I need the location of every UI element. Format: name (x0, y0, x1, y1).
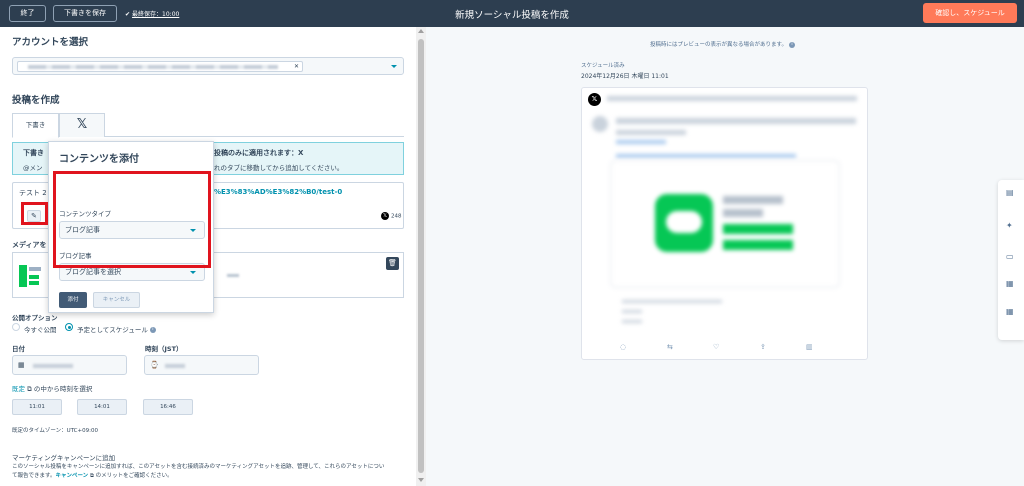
x-logo-icon: 𝕏 (381, 212, 389, 220)
campaign-heading: マーケティングキャンペーンに追加 (12, 454, 116, 462)
scheduled-status: スケジュール済み (581, 63, 625, 69)
check-icon: ✔ (125, 11, 131, 18)
chevron-down-icon (190, 271, 196, 274)
campaign-link[interactable]: キャンペーン (55, 473, 88, 479)
scrollbar[interactable] (416, 27, 426, 486)
editor-text: テスト 2 (19, 189, 47, 197)
radio-schedule[interactable] (65, 323, 73, 331)
grid-icon[interactable]: ▤ (1006, 188, 1014, 197)
info-text-left: 下書き (23, 149, 44, 157)
side-toolbar: ▤ ✦ ▭ ▦ ▦ (998, 180, 1024, 340)
time-slot-button[interactable]: 14:01 (77, 399, 127, 415)
line-logo-icon (655, 194, 713, 252)
select-account-heading: アカウントを選択 (12, 37, 89, 48)
stats-icon: ▥ (806, 343, 813, 351)
compose-heading: 投稿を作成 (12, 95, 60, 106)
publish-now-label: 今すぐ公開 (24, 326, 57, 334)
time-input[interactable]: ⌚ (144, 355, 259, 375)
reply-icon: ◌ (620, 343, 627, 351)
info-text-right: 投稿のみに適用されます：X (214, 149, 304, 157)
popover-title: コンテンツを添付 (59, 154, 139, 165)
calendar-icon[interactable]: ▦ (1006, 279, 1014, 288)
post-preview-card: 𝕏 ◌ ⇆ ♡ ⇪ ▥ (581, 87, 868, 360)
editor-link[interactable]: %E3%83%AD%E3%82%B0/test-0 (214, 188, 342, 196)
like-icon: ♡ (713, 343, 720, 351)
time-label: 時刻（JST） (145, 345, 183, 353)
external-link-icon: ⧉ (27, 385, 32, 393)
scroll-down-icon[interactable] (418, 478, 424, 482)
media-label: メディアを (12, 241, 47, 249)
page-title: 新規ソーシャル投稿を作成 (455, 10, 569, 21)
save-draft-button[interactable]: 下書きを保存 (53, 5, 117, 22)
info-subtext-left: @メン (23, 164, 43, 172)
autosave-status: ✔ 最終保存：10:00 (125, 11, 180, 18)
chevron-down-icon (391, 65, 397, 68)
tab-draft[interactable]: 下書き (12, 113, 59, 138)
scheduled-date: 2024年12月26日 木曜日 11:01 (581, 73, 669, 80)
account-select[interactable]: ✕ (12, 57, 404, 75)
time-slot-button[interactable]: 16:46 (143, 399, 193, 415)
default-schedule-link[interactable]: 既定 (12, 385, 25, 393)
date-input[interactable]: ▦ (12, 355, 127, 375)
info-icon: i (788, 41, 795, 48)
scroll-up-icon[interactable] (418, 29, 424, 33)
exit-button[interactable]: 終了 (9, 5, 46, 22)
media-thumbnail (19, 265, 41, 287)
cancel-button[interactable]: キャンセル (93, 292, 140, 308)
schedule-link-row: 既定 ⧉ の中から時刻を選択 (12, 385, 93, 393)
external-link-icon: ⧉ (89, 473, 94, 479)
remove-account-icon[interactable]: ✕ (294, 63, 299, 70)
review-schedule-button[interactable]: 確認し、スケジュール (923, 3, 1017, 23)
account-name-blurred (28, 65, 278, 69)
sparkle-icon[interactable]: ✦ (1006, 221, 1013, 230)
preview-panel: 投稿時にはプレビューの表示が異なる場合があります。 i スケジュール済み 2024… (426, 27, 1024, 486)
character-count: 𝕏 248 (381, 212, 402, 220)
radio-publish-now[interactable] (12, 323, 20, 331)
time-slot-button[interactable]: 11:01 (12, 399, 62, 415)
publish-options-heading: 公開オプション (12, 314, 58, 322)
calendar-icon: ▦ (18, 361, 25, 369)
timezone-label: 既定のタイムゾーン：UTC+09:00 (12, 428, 98, 434)
attach-button[interactable]: 添付 (59, 292, 87, 308)
x-logo-icon: 𝕏 (588, 93, 601, 106)
network-tabs: 下書き 𝕏 (12, 113, 404, 138)
comment-icon[interactable]: ▭ (1006, 252, 1014, 261)
blurred-header (607, 96, 857, 101)
highlight-popover-fields (53, 171, 211, 268)
clock-icon: ⌚ (150, 361, 159, 369)
media-meta-blurred (227, 274, 239, 277)
avatar (592, 116, 608, 132)
calendar-icon[interactable]: ▦ (1006, 307, 1014, 316)
link-preview-image (610, 160, 840, 288)
scrollbar-thumb[interactable] (418, 39, 424, 473)
schedule-label: 予定としてスケジュール i (77, 324, 156, 334)
retweet-icon: ⇆ (667, 343, 673, 351)
preview-note: 投稿時にはプレビューの表示が異なる場合があります。 i (650, 40, 795, 48)
top-bar: 終了 下書きを保存 ✔ 最終保存：10:00 新規ソーシャル投稿を作成 確認し、ス… (0, 0, 1024, 27)
date-label: 日付 (12, 345, 25, 353)
share-icon: ⇪ (760, 343, 766, 351)
campaign-description: このソーシャル投稿をキャンペーンに追加すれば、このアセットを含む接続済みのマーケ… (12, 464, 385, 479)
trash-icon[interactable]: 🗑 (386, 257, 399, 270)
tab-x[interactable]: 𝕏 (59, 113, 105, 137)
post-actions: ◌ ⇆ ♡ ⇪ ▥ (582, 343, 869, 355)
account-chip: ✕ (17, 61, 303, 72)
highlight-attach-button (21, 202, 48, 225)
info-icon: i (149, 327, 156, 333)
info-subtext-right: れのタブに移動してから追加してください。 (214, 164, 344, 172)
